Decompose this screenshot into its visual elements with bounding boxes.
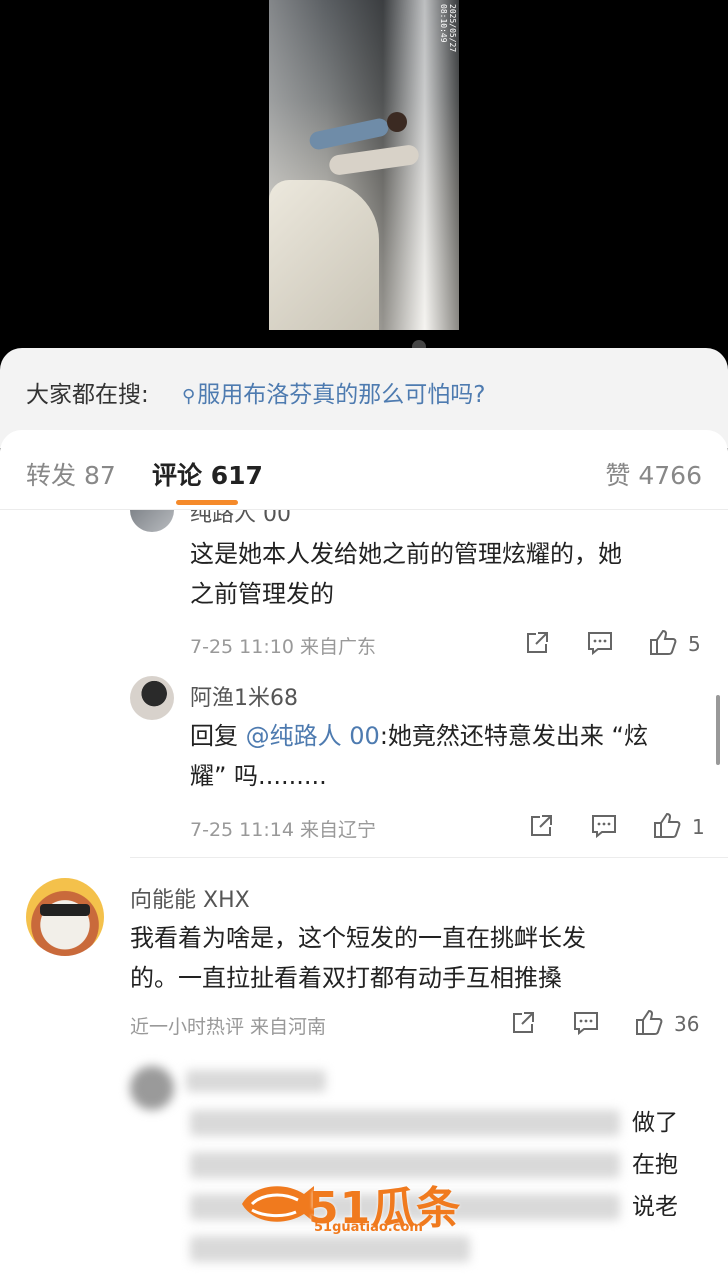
like-count: 1 — [692, 815, 705, 839]
video-timestamp: 2025/05/27 08:10:49 — [439, 4, 457, 53]
watermark-logo: 51瓜条 51guatiao.com — [238, 1170, 498, 1240]
avatar[interactable] — [26, 878, 104, 956]
like-icon[interactable] — [634, 1008, 664, 1036]
comment-text-line: 我看着为啥是，这个短发的一直在挑衅长发 — [130, 924, 586, 952]
comment-text: 回复 @纯路人 00:她竟然还特意发出来 “炫 耀” 吗......... — [190, 716, 648, 796]
comment-text: 这是她本人发给她之前的管理炫耀的，她 之前管理发的 — [190, 534, 622, 614]
search-icon: ⚲ — [182, 386, 196, 407]
tail-line: 说老 — [632, 1194, 678, 1220]
comment-icon[interactable] — [590, 813, 618, 839]
share-icon[interactable] — [524, 630, 550, 656]
tab-comment[interactable]: 评论 617 — [152, 456, 263, 492]
comment-text-line: 耀” 吗......... — [190, 762, 327, 790]
comment-text: 我看着为啥是，这个短发的一直在挑衅长发 的。一直拉扯看着双打都有动手互相推搡 — [130, 918, 586, 998]
comment-meta: 7-25 11:14 来自辽宁 — [190, 819, 376, 841]
comments-panel: 转发 87 评论 617 赞 4766 纯路人 00 这是她本人发给她之前的管理… — [0, 430, 728, 1280]
comment-icon[interactable] — [572, 1010, 600, 1036]
scrollbar[interactable] — [716, 695, 720, 765]
comment-meta: 近一小时热评 来自河南 — [130, 1016, 327, 1038]
like-count: 36 — [674, 1012, 700, 1036]
comment-text-line: 这是她本人发给她之前的管理炫耀的，她 — [190, 540, 622, 568]
watermark-url: 51guatiao.com — [314, 1220, 423, 1235]
tab-bar: 转发 87 评论 617 赞 4766 — [0, 430, 728, 510]
comment-meta: 7-25 11:10 来自广东 — [190, 636, 376, 658]
search-suggestion-label: 大家都在搜: — [26, 382, 149, 408]
avatar[interactable] — [130, 676, 174, 720]
share-icon[interactable] — [528, 813, 554, 839]
search-suggestion-link[interactable]: ⚲服用布洛芬真的那么可怕吗? — [182, 375, 485, 409]
comment-text-fragment: :她竟然还特意发出来 “炫 — [379, 722, 648, 750]
watermark-fish-icon — [242, 1186, 314, 1222]
tab-likes[interactable]: 赞 4766 — [605, 456, 702, 492]
comment-icon[interactable] — [586, 630, 614, 656]
search-suggestion-text: 服用布洛芬真的那么可怕吗? — [197, 382, 486, 408]
tail-line: 在抱 — [632, 1152, 678, 1178]
divider — [130, 857, 728, 858]
tail-line: 做了 — [632, 1110, 678, 1136]
video-scene-head — [387, 112, 407, 132]
blurred-text — [190, 1110, 620, 1136]
blurred-text — [186, 1070, 326, 1092]
share-icon[interactable] — [510, 1010, 536, 1036]
comment-text-line: 回复 @纯路人 00:她竟然还特意发出来 “炫 — [190, 716, 648, 756]
tab-active-indicator — [176, 500, 238, 505]
video-frame[interactable]: 2025/05/27 08:10:49 — [269, 0, 459, 330]
like-icon[interactable] — [648, 628, 678, 656]
like-count: 5 — [688, 632, 701, 656]
avatar-sunglasses — [40, 904, 90, 916]
comment-author[interactable]: 向能能 XHX — [130, 882, 250, 914]
reply-prefix: 回复 — [190, 722, 246, 750]
comment-author[interactable]: 阿渔1米68 — [190, 680, 298, 712]
comment-text-visible-fragment: 做了 在抱 说老 — [632, 1102, 678, 1228]
mention-link[interactable]: @纯路人 00 — [246, 722, 380, 750]
tab-repost[interactable]: 转发 87 — [26, 456, 116, 492]
comment-text-line: 之前管理发的 — [190, 580, 334, 608]
comment-text-line: 的。一直拉扯看着双打都有动手互相推搡 — [130, 964, 562, 992]
video-player[interactable]: 2025/05/27 08:10:49 — [0, 0, 728, 360]
like-icon[interactable] — [652, 811, 682, 839]
video-scene-sofa — [269, 180, 379, 330]
blurred-avatar — [130, 1066, 174, 1110]
